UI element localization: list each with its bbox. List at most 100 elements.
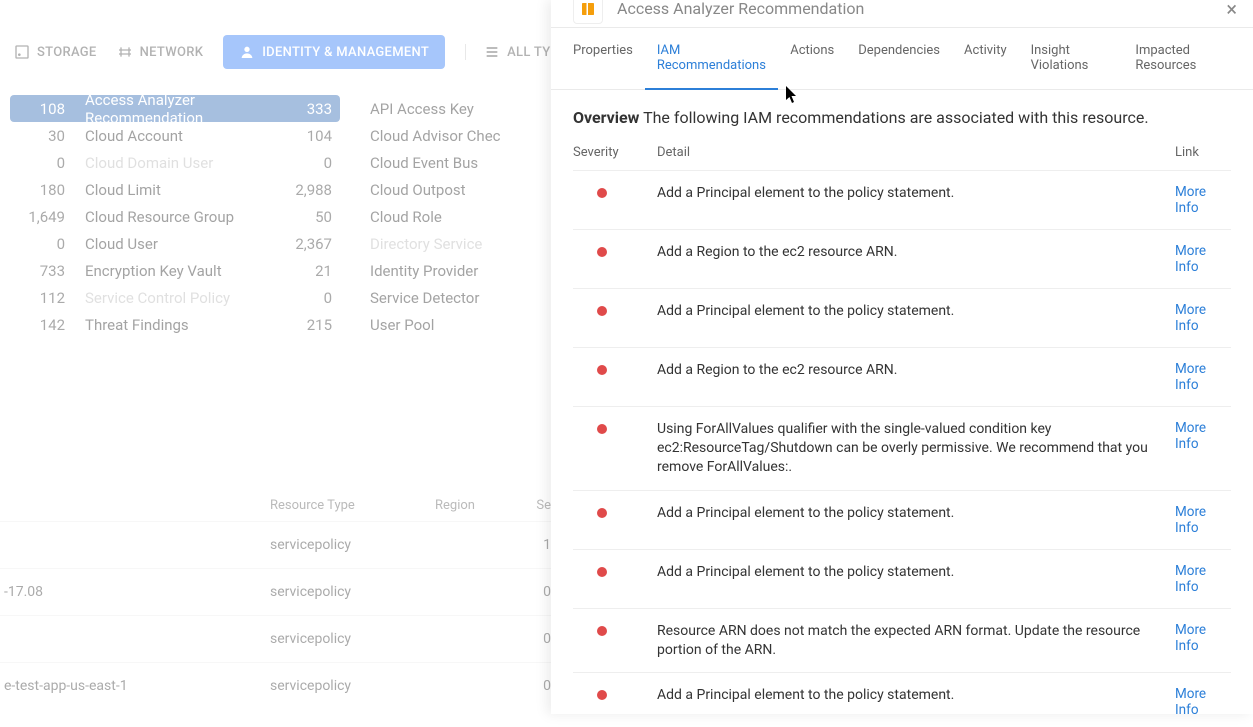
rtype-count: 733 <box>10 262 85 280</box>
severity-dot-icon <box>597 690 607 700</box>
severity-dot-icon <box>597 188 607 198</box>
cell-sev: 0 <box>535 584 551 600</box>
recommendation-row: Resource ARN does not match the expected… <box>573 608 1231 673</box>
side-tab-impacted-resources[interactable]: Impacted Resources <box>1123 28 1243 89</box>
col-name-head <box>0 498 270 513</box>
rtype-row[interactable]: 142Threat Findings215 <box>10 311 340 338</box>
table-row[interactable]: -17.08servicepolicy 0 <box>0 568 551 615</box>
rtype-row[interactable]: User Pool <box>340 311 550 338</box>
cell-region <box>435 678 535 694</box>
rtype-row[interactable]: 0Cloud Domain User0 <box>10 149 340 176</box>
filter-network[interactable]: NETWORK <box>117 44 204 60</box>
rtype-row[interactable]: API Access Key <box>340 95 550 122</box>
link-cell: More Info <box>1175 420 1231 452</box>
rtype-total: 2,367 <box>280 235 340 253</box>
rtype-row[interactable]: 180Cloud Limit2,988 <box>10 176 340 203</box>
filter-identity[interactable]: IDENTITY & MANAGEMENT <box>223 35 445 69</box>
rtype-row[interactable]: Cloud Outpost <box>340 176 550 203</box>
col-severity: Severity <box>573 145 657 160</box>
more-info-link[interactable]: More Info <box>1175 563 1206 595</box>
side-panel-title: Access Analyzer Recommendation <box>617 0 1212 18</box>
side-tab-insight-violations[interactable]: Insight Violations <box>1019 28 1124 89</box>
resource-icon <box>573 0 603 24</box>
rtype-count: 142 <box>10 316 85 334</box>
more-info-link[interactable]: More Info <box>1175 622 1206 654</box>
rtype-total: 0 <box>280 154 340 172</box>
table-row[interactable]: servicepolicy1 <box>0 521 551 568</box>
rtype-row[interactable]: Cloud Advisor Chec <box>340 122 550 149</box>
more-info-link[interactable]: More Info <box>1175 302 1206 334</box>
col-link: Link <box>1175 145 1231 160</box>
detail-cell: Resource ARN does not match the expected… <box>657 622 1175 660</box>
rtype-row[interactable]: 30Cloud Account104 <box>10 122 340 149</box>
cell-region <box>435 631 535 647</box>
cell-region <box>435 537 535 553</box>
more-info-link[interactable]: More Info <box>1175 243 1206 275</box>
filter-storage[interactable]: STORAGE <box>14 44 97 60</box>
side-tab-iam-recommendations[interactable]: IAM Recommendations <box>645 28 778 90</box>
cell-sev: 0 <box>535 631 551 647</box>
severity-cell <box>573 420 657 434</box>
rtype-row[interactable]: Identity Provider <box>340 257 550 284</box>
recommendation-row: Add a Region to the ec2 resource ARN.Mor… <box>573 229 1231 288</box>
more-info-link[interactable]: More Info <box>1175 184 1206 216</box>
more-info-link[interactable]: More Info <box>1175 420 1206 452</box>
severity-dot-icon <box>597 247 607 257</box>
severity-cell <box>573 622 657 636</box>
col-sev-head[interactable]: Se <box>535 498 551 513</box>
rtype-row[interactable]: 733Encryption Key Vault21 <box>10 257 340 284</box>
cell-region <box>435 584 535 600</box>
side-tab-properties[interactable]: Properties <box>561 28 645 89</box>
side-panel: Access Analyzer Recommendation × Propert… <box>551 0 1253 714</box>
rtype-name: Threat Findings <box>85 316 280 334</box>
rtype-total: 2,988 <box>280 181 340 199</box>
side-tab-activity[interactable]: Activity <box>952 28 1019 89</box>
severity-cell <box>573 243 657 257</box>
table-header: Resource Type Region Se <box>0 490 551 521</box>
severity-dot-icon <box>597 365 607 375</box>
rtype-row[interactable]: Cloud Event Bus <box>340 149 550 176</box>
rtype-name: Cloud Advisor Chec <box>340 127 550 145</box>
cell-name: e-test-app-us-east-1 <box>0 678 270 694</box>
table-row[interactable]: servicepolicy0 <box>0 615 551 662</box>
more-info-link[interactable]: More Info <box>1175 361 1206 393</box>
rtype-total: 21 <box>280 262 340 280</box>
table-row[interactable]: e-test-app-us-east-1servicepolicy0 <box>0 662 551 709</box>
rtype-total: 104 <box>280 127 340 145</box>
severity-cell <box>573 563 657 577</box>
cell-rtype: servicepolicy <box>270 584 435 600</box>
rtype-name: Directory Service <box>340 235 550 253</box>
rtype-row[interactable]: 108Access Analyzer Recommendation333 <box>10 95 340 122</box>
rtype-row[interactable]: Service Detector <box>340 284 550 311</box>
rtype-name: Cloud User <box>85 235 280 253</box>
col-region-head[interactable]: Region <box>435 498 535 513</box>
more-info-link[interactable]: More Info <box>1175 504 1206 536</box>
side-tab-dependencies[interactable]: Dependencies <box>846 28 952 89</box>
severity-cell <box>573 302 657 316</box>
filter-network-label: NETWORK <box>140 45 204 60</box>
rtype-row[interactable]: 1,649Cloud Resource Group50 <box>10 203 340 230</box>
close-icon[interactable]: × <box>1226 0 1237 21</box>
side-header: Access Analyzer Recommendation × <box>551 0 1253 28</box>
detail-cell: Using ForAllValues qualifier with the si… <box>657 420 1175 477</box>
recommendation-row: Add a Principal element to the policy st… <box>573 549 1231 608</box>
severity-cell <box>573 686 657 700</box>
rtype-row[interactable]: 0Cloud User2,367 <box>10 230 340 257</box>
rtype-name: Cloud Resource Group <box>85 208 280 226</box>
rec-table-head: Severity Detail Link <box>573 141 1231 170</box>
link-cell: More Info <box>1175 622 1231 654</box>
rtype-row[interactable]: 112Service Control Policy0 <box>10 284 340 311</box>
cell-name: -17.08 <box>0 584 270 600</box>
rtype-row[interactable]: Directory Service <box>340 230 550 257</box>
rtype-name: API Access Key <box>340 100 550 118</box>
link-cell: More Info <box>1175 361 1231 393</box>
col-rtype-head[interactable]: Resource Type <box>270 498 435 513</box>
menu-icon <box>484 44 500 60</box>
link-cell: More Info <box>1175 184 1231 216</box>
network-icon <box>117 44 133 60</box>
severity-cell <box>573 361 657 375</box>
rtype-row[interactable]: Cloud Role <box>340 203 550 230</box>
side-tab-actions[interactable]: Actions <box>778 28 846 89</box>
severity-dot-icon <box>597 567 607 577</box>
cell-rtype: servicepolicy <box>270 678 435 694</box>
